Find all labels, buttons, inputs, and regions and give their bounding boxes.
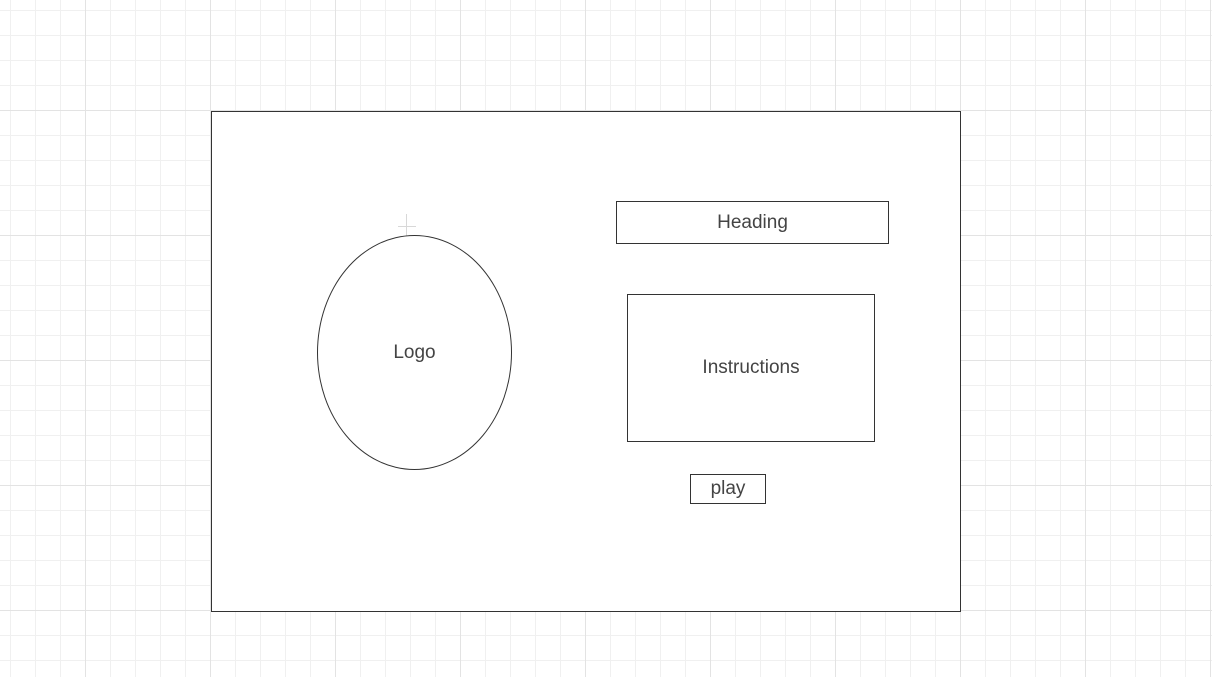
logo-label: Logo	[393, 341, 436, 363]
heading-label: Heading	[717, 211, 788, 233]
heading-placeholder: Heading	[616, 201, 889, 244]
screen-frame: Logo Heading Instructions play	[211, 111, 961, 612]
play-button[interactable]: play	[690, 474, 766, 504]
instructions-placeholder: Instructions	[627, 294, 875, 442]
play-button-label: play	[710, 478, 746, 499]
logo-placeholder: Logo	[317, 235, 512, 470]
instructions-label: Instructions	[702, 357, 800, 378]
